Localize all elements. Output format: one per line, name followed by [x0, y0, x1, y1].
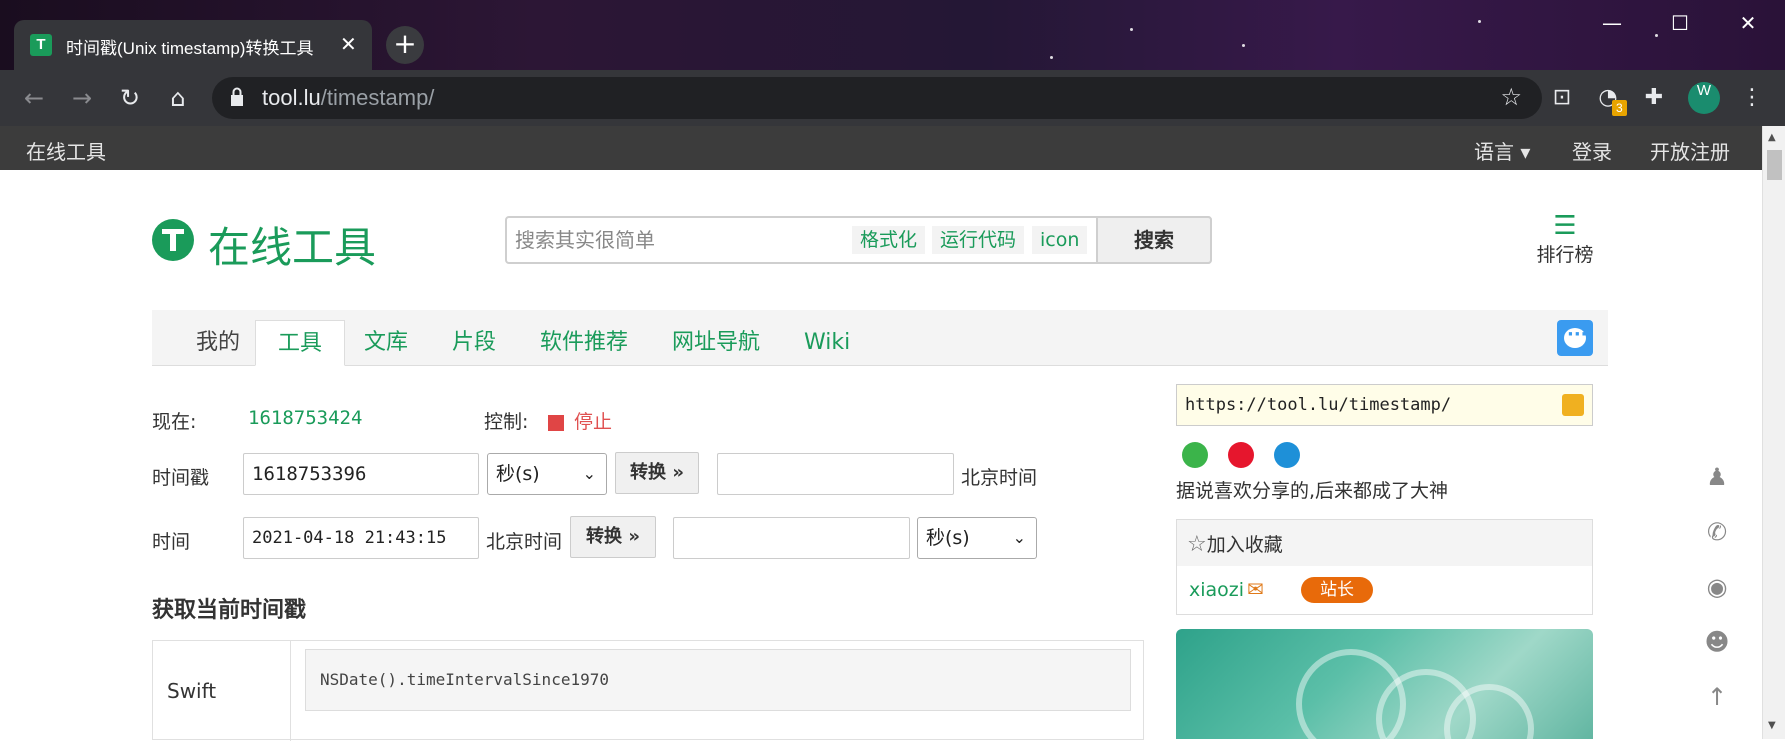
browser-titlebar: T 时间戳(Unix timestamp)转换工具 ✕ + — ☐ ✕: [0, 0, 1785, 70]
new-tab-button[interactable]: +: [386, 26, 424, 64]
wechat-float-icon[interactable]: ✆: [1702, 518, 1732, 548]
browser-menu-icon[interactable]: ⋮: [1736, 82, 1768, 114]
qq-float-icon[interactable]: ♟: [1702, 463, 1732, 493]
favorite-box: ☆加入收藏 xiaozi ✉ 站长: [1176, 519, 1593, 615]
star-icon: ☆: [1187, 532, 1207, 557]
back-icon[interactable]: ←: [16, 80, 52, 116]
admin-badge: 站长: [1301, 577, 1373, 603]
background-star: [1050, 56, 1053, 59]
share-slogan: 据说喜欢分享的,后来都成了大神: [1176, 480, 1449, 502]
scroll-up-icon[interactable]: ▲: [1768, 132, 1776, 143]
search-button[interactable]: 搜索: [1096, 216, 1212, 264]
minimize-icon[interactable]: —: [1582, 8, 1642, 38]
time-zone-label: 北京时间: [486, 531, 563, 553]
reload-icon[interactable]: ↻: [112, 80, 148, 116]
section-title: 获取当前时间戳: [152, 598, 307, 623]
extension-reader-icon[interactable]: ⊡: [1546, 82, 1578, 114]
home-icon[interactable]: ⌂: [160, 80, 196, 116]
background-star: [1130, 28, 1133, 31]
quick-tag[interactable]: 格式化: [852, 226, 926, 254]
tab-navigation[interactable]: 网址导航: [650, 320, 782, 366]
list-icon: ☰: [1553, 211, 1577, 241]
timestamp-unit-select[interactable]: 秒(s) ⌄: [487, 453, 607, 495]
language-menu[interactable]: 语言 ▾: [1474, 136, 1530, 165]
browser-toolbar: ← → ↻ ⌂ tool.lu/timestamp/ ☆ ⊡ ◔ ✚ ⋮: [0, 70, 1785, 126]
github-float-icon[interactable]: ☻: [1702, 628, 1732, 658]
background-star: [1242, 44, 1245, 47]
tab-snippets[interactable]: 片段: [430, 320, 518, 366]
address-bar[interactable]: tool.lu/timestamp/ ☆: [212, 77, 1542, 119]
bookmark-star-icon[interactable]: ☆: [1500, 83, 1522, 111]
profile-avatar[interactable]: W: [1688, 82, 1720, 114]
promo-banner-image[interactable]: [1176, 629, 1593, 739]
main-nav: 我的 工具 文库 片段 软件推荐 网址导航 Wiki: [152, 310, 1608, 366]
chevron-down-icon: ⌄: [1012, 528, 1026, 547]
timestamp-result-field[interactable]: [717, 453, 954, 495]
maximize-icon[interactable]: ☐: [1650, 8, 1710, 38]
wechat-share-icon[interactable]: [1182, 442, 1208, 468]
quick-tag[interactable]: 运行代码: [932, 226, 1025, 254]
close-window-icon[interactable]: ✕: [1718, 8, 1778, 38]
back-to-top-icon[interactable]: ↑: [1702, 683, 1732, 713]
beijing-time-label: 北京时间: [961, 467, 1038, 489]
stop-icon: [548, 414, 564, 431]
site-brand-link[interactable]: 在线工具: [26, 136, 106, 165]
extension-badge: 3: [1612, 100, 1627, 116]
current-timestamp: 1618753424: [248, 407, 363, 429]
add-favorite-button[interactable]: ☆加入收藏: [1177, 520, 1592, 566]
code-snippet[interactable]: NSDate().timeIntervalSince1970: [305, 649, 1131, 711]
quick-tag[interactable]: icon: [1032, 226, 1088, 254]
page-scrollbar[interactable]: ▲ ▼: [1762, 126, 1785, 739]
time-label: 时间: [152, 531, 191, 553]
lock-icon: [231, 87, 243, 106]
timestamp-label: 时间戳: [152, 467, 210, 489]
tab-title: 时间戳(Unix timestamp)转换工具: [66, 39, 314, 58]
site-topbar: 在线工具 语言 ▾ 登录 开放注册: [0, 126, 1762, 170]
site-logo-text[interactable]: 在线工具: [208, 214, 376, 275]
forward-icon[interactable]: →: [64, 80, 100, 116]
search-box: 格式化 运行代码 icon 搜索: [505, 216, 1212, 264]
url-text: tool.lu/timestamp/: [262, 85, 435, 110]
scroll-down-icon[interactable]: ▼: [1768, 720, 1776, 731]
convert-timestamp-button[interactable]: 转换 »: [615, 452, 699, 494]
browser-tab[interactable]: T 时间戳(Unix timestamp)转换工具 ✕: [14, 20, 372, 70]
timestamp-input[interactable]: 1618753396: [243, 453, 479, 495]
tab-wiki[interactable]: Wiki: [782, 320, 872, 366]
mail-icon[interactable]: ✉: [1247, 577, 1264, 601]
ranking-label: 排行榜: [1536, 244, 1594, 266]
register-link[interactable]: 开放注册: [1650, 136, 1730, 165]
convert-time-button[interactable]: 转换 »: [570, 516, 656, 558]
tab-close-icon[interactable]: ✕: [340, 32, 357, 56]
weibo-share-icon[interactable]: [1228, 442, 1254, 468]
now-label: 现在:: [152, 411, 197, 433]
control-label: 控制:: [484, 411, 529, 433]
ranking-link[interactable]: ☰ 排行榜: [1530, 212, 1600, 267]
chevron-down-icon: ⌄: [582, 464, 596, 483]
background-star: [1478, 20, 1481, 23]
qq-share-icon[interactable]: [1274, 442, 1300, 468]
time-unit-select[interactable]: 秒(s) ⌄: [917, 517, 1037, 559]
login-link[interactable]: 登录: [1572, 136, 1612, 165]
extensions-puzzle-icon[interactable]: ✚: [1638, 82, 1670, 114]
search-input[interactable]: [515, 226, 845, 254]
site-logo-icon[interactable]: [152, 219, 194, 261]
datetime-input[interactable]: 2021-04-18 21:43:15: [243, 517, 479, 559]
tab-mine[interactable]: 我的: [174, 320, 262, 366]
chat-bubble-icon[interactable]: [1557, 320, 1593, 356]
code-table: Swift NSDate().timeIntervalSince1970: [152, 640, 1144, 741]
tag-icon[interactable]: [1562, 394, 1584, 416]
share-url-field[interactable]: https://tool.lu/timestamp/: [1176, 384, 1593, 426]
weibo-float-icon[interactable]: ◉: [1702, 573, 1732, 603]
tab-favicon-icon: T: [30, 34, 52, 56]
tab-tools[interactable]: 工具: [255, 320, 346, 366]
user-link[interactable]: xiaozi: [1189, 579, 1244, 601]
stop-button[interactable]: 停止: [548, 407, 612, 434]
scrollbar-thumb[interactable]: [1767, 150, 1782, 180]
tab-software[interactable]: 软件推荐: [518, 320, 650, 366]
code-language: Swift: [153, 641, 291, 741]
tab-library[interactable]: 文库: [342, 320, 430, 366]
time-result-field[interactable]: [673, 517, 910, 559]
